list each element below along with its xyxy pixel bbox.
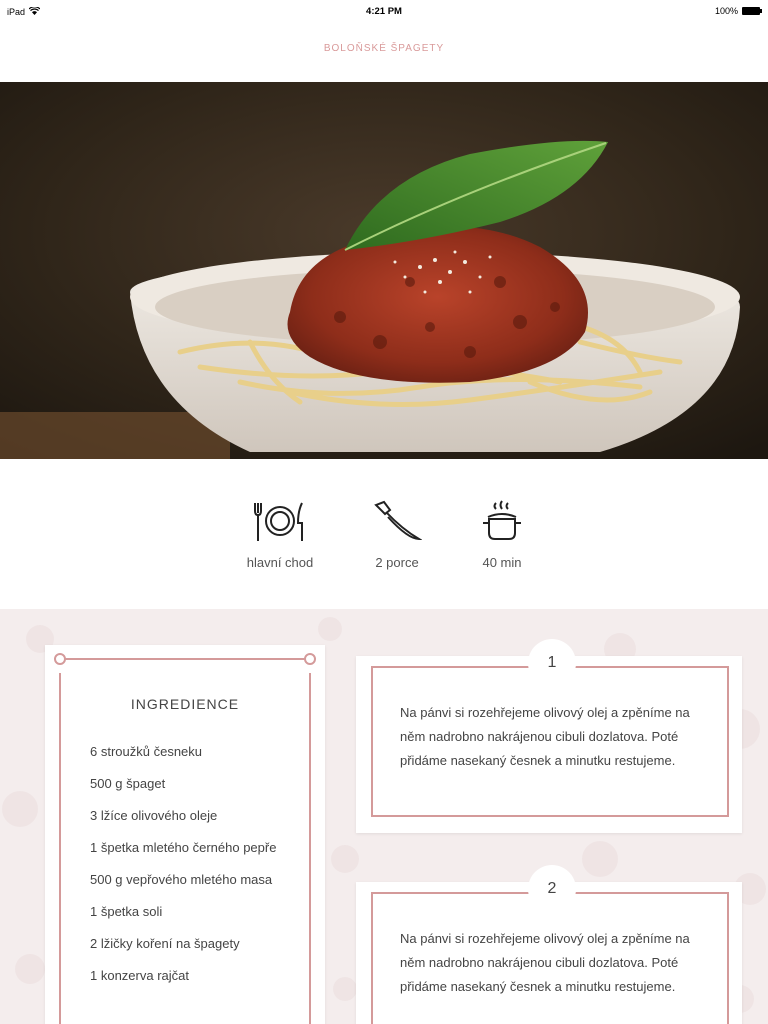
ingredients-top-border [65,658,305,660]
status-bar: iPad 4:21 PM 100% [0,0,768,22]
battery-icon [742,7,762,15]
battery-percent: 100% [714,6,738,16]
status-time: 4:21 PM [366,6,402,17]
recipe-content: INGREDIENCE 6 stroužků česneku 500 g špa… [0,609,768,1024]
step-card-2: 2 Na pánvi si rozehřejeme olivový olej a… [356,865,742,1024]
knife-icon [347,497,447,543]
ingredients-dot-right [304,653,316,665]
ingredient-item: 6 stroužků česneku [90,744,203,759]
ingredient-item: 1 špetka mletého černého pepře [90,840,277,855]
plate-cutlery-icon [230,497,330,543]
ingredient-item: 1 konzerva rajčat [90,968,189,983]
meta-course-label: hlavní chod [246,555,314,570]
pot-icon [452,497,552,543]
ingredients-card: INGREDIENCE 6 stroužků česneku 500 g špa… [45,645,325,1024]
step-number-badge: 1 [528,639,576,687]
meta-servings-label: 2 porce [375,555,419,570]
ingredients-list: 6 stroužků česneku 500 g špaget 3 lžíce … [90,743,290,999]
status-right: 100% [714,6,762,16]
ingredient-item: 3 lžíce olivového oleje [90,808,218,823]
ingredient-item: 2 lžičky koření na špagety [90,936,240,951]
step-text: Na pánvi si rozehřejeme olivový olej a z… [400,931,690,994]
step-text: Na pánvi si rozehřejeme olivový olej a z… [400,705,690,768]
page-title: BOLOŇSKÉ ŠPAGETY [323,43,445,54]
meta-time-label: 40 min [482,555,522,570]
ingredients-title: INGREDIENCE [130,696,240,712]
recipe-meta: hlavní chod 2 porce 40 min [0,459,768,609]
ingredient-item: 500 g špaget [90,776,166,791]
step-card-1: 1 Na pánvi si rozehřejeme olivový olej a… [356,639,742,833]
ingredient-item: 1 špetka soli [90,904,163,919]
step-number-badge: 2 [528,865,576,913]
ingredient-item: 500 g vepřového mletého masa [90,872,273,887]
ingredients-dot-left [54,653,66,665]
ingredients-right-border [309,673,311,1024]
meta-course: hlavní chod [230,497,330,570]
meta-time: 40 min [452,497,552,570]
ingredients-left-border [59,673,61,1024]
meta-servings: 2 porce [347,497,447,570]
hero-image [0,82,768,459]
